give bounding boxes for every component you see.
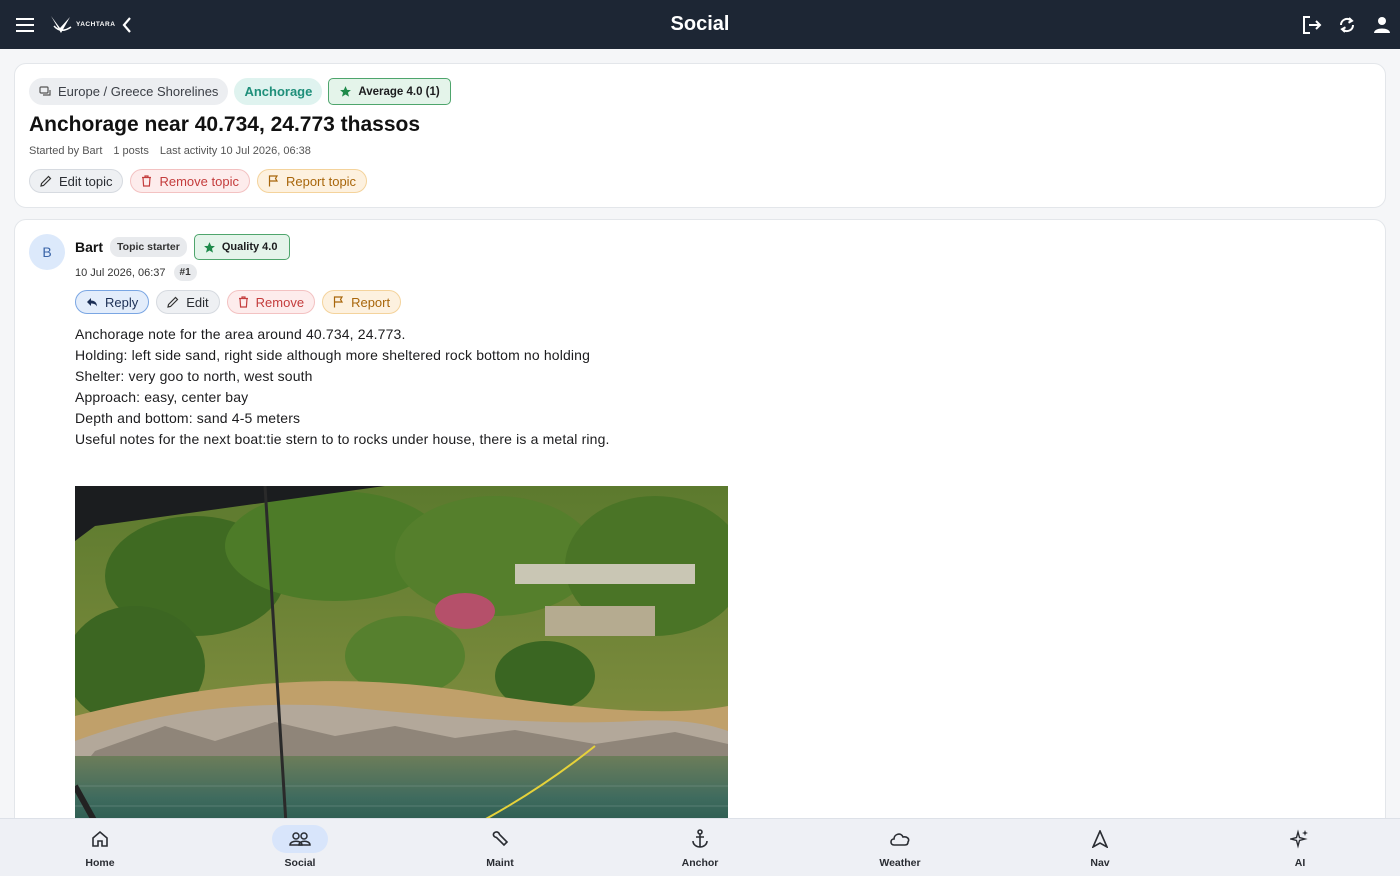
- post-body-line: Depth and bottom: sand 4-5 meters: [75, 410, 301, 426]
- pencil-icon: [40, 175, 52, 187]
- star-icon: [203, 241, 215, 253]
- post-count: 1 posts: [113, 145, 149, 157]
- tag-chip-anchorage[interactable]: Anchorage: [234, 78, 323, 105]
- trash-icon: [238, 296, 248, 308]
- nav-item-ai[interactable]: AI: [1200, 819, 1400, 876]
- topic-actions: Edit topic Remove topic Report topic: [29, 169, 368, 193]
- anchor-icon: [672, 825, 728, 853]
- avatar[interactable]: B: [29, 234, 65, 270]
- logo-wordmark: YACHTARA: [76, 20, 116, 28]
- category-chip[interactable]: Europe / Greece Shorelines: [29, 78, 229, 105]
- pencil-icon: [167, 296, 179, 308]
- post-body: Anchorage note for the area around 40.73…: [75, 324, 610, 450]
- post-timestamp: 10 Jul 2026, 06:37: [75, 266, 166, 279]
- tag-label: Anchorage: [244, 84, 313, 99]
- nav-label: Nav: [1090, 857, 1110, 869]
- edit-topic-label: Edit topic: [59, 173, 113, 189]
- nav-label: Weather: [879, 857, 921, 869]
- average-rating-chip[interactable]: Average 4.0 (1): [328, 78, 451, 105]
- account-icon[interactable]: [1369, 12, 1395, 38]
- reply-label: Reply: [105, 294, 139, 310]
- post-body-line: Useful notes for the next boat:tie stern…: [75, 431, 610, 447]
- reply-button[interactable]: Reply: [75, 290, 150, 314]
- edit-post-button[interactable]: Edit: [156, 290, 220, 314]
- anchorage-photo-image: [75, 486, 728, 818]
- remove-post-button[interactable]: Remove: [226, 290, 316, 314]
- edit-post-label: Edit: [186, 294, 209, 310]
- topic-title: Anchorage near 40.734, 24.773 thassos: [29, 113, 421, 136]
- post-card: B Bart Topic starter Quality 4.0 10 Jul …: [14, 219, 1386, 818]
- logout-icon[interactable]: [1299, 12, 1325, 38]
- home-icon: [72, 825, 128, 853]
- post-actions: Reply Edit Remove Report: [75, 290, 402, 314]
- sparkle-icon: [1272, 825, 1328, 853]
- nav-item-maint[interactable]: Maint: [400, 819, 600, 876]
- back-arrow-icon[interactable]: [114, 12, 140, 38]
- started-by: Started by Bart: [29, 145, 103, 157]
- nav-label: AI: [1294, 857, 1306, 869]
- remove-post-label: Remove: [255, 294, 305, 310]
- quality-badge[interactable]: Quality 4.0: [193, 234, 291, 260]
- topic-meta: Started by Bart 1 posts Last activity 10…: [29, 145, 311, 157]
- app-logo[interactable]: YACHTARA: [50, 12, 115, 36]
- average-rating-label: Average 4.0 (1): [358, 85, 440, 98]
- remove-topic-label: Remove topic: [159, 173, 239, 189]
- flag-icon: [333, 296, 344, 308]
- remove-topic-button[interactable]: Remove topic: [130, 169, 250, 193]
- nav-item-anchor[interactable]: Anchor: [600, 819, 800, 876]
- nav-label: Maint: [486, 857, 514, 869]
- post-body-line: Anchorage note for the area around 40.73…: [75, 326, 406, 342]
- last-activity: Last activity 10 Jul 2026, 06:38: [159, 145, 311, 157]
- flag-icon: [268, 175, 279, 187]
- forum-icon: [39, 85, 51, 96]
- post-body-line: Holding: left side sand, right side alth…: [75, 347, 591, 363]
- app-bar: YACHTARA Social: [0, 0, 1400, 49]
- nav-label: Home: [85, 857, 115, 869]
- post-body-line: Approach: easy, center bay: [75, 389, 249, 405]
- topic-chips: Europe / Greece Shorelines Anchorage Ave…: [29, 78, 451, 105]
- report-post-label: Report: [351, 294, 391, 310]
- menu-icon[interactable]: [12, 12, 38, 38]
- bottom-nav: Home Social Maint Anchor Weather Nav AI: [0, 818, 1400, 876]
- sync-icon[interactable]: [1334, 12, 1360, 38]
- social-thread-content[interactable]: Europe / Greece Shorelines Anchorage Ave…: [0, 49, 1400, 818]
- nav-item-nav[interactable]: Nav: [1000, 819, 1200, 876]
- nav-item-weather[interactable]: Weather: [800, 819, 1000, 876]
- category-label: Europe / Greece Shorelines: [58, 84, 219, 99]
- quality-label: Quality 4.0: [221, 241, 278, 253]
- topic-starter-badge: Topic starter: [110, 237, 187, 257]
- author-name[interactable]: Bart: [75, 239, 103, 255]
- cloud-icon: [872, 825, 928, 853]
- nav-item-social[interactable]: Social: [200, 819, 400, 876]
- report-topic-label: Report topic: [285, 173, 357, 189]
- post-meta: 10 Jul 2026, 06:37 #1: [75, 264, 197, 281]
- nav-label: Social: [284, 857, 316, 869]
- wrench-icon: [472, 825, 528, 853]
- post-body-line: Shelter: very goo to north, west south: [75, 368, 313, 384]
- report-post-button[interactable]: Report: [322, 290, 402, 314]
- post-number-badge[interactable]: #1: [173, 264, 197, 281]
- topic-card: Europe / Greece Shorelines Anchorage Ave…: [14, 63, 1386, 208]
- navigation-arrow-icon: [1072, 825, 1128, 853]
- edit-topic-button[interactable]: Edit topic: [29, 169, 124, 193]
- people-icon: [272, 825, 328, 853]
- anchorage-photo[interactable]: [75, 486, 728, 818]
- nav-item-home[interactable]: Home: [0, 819, 200, 876]
- nav-label: Anchor: [681, 857, 719, 869]
- trash-icon: [142, 175, 152, 187]
- yacht-logo-icon: [51, 16, 72, 33]
- report-topic-button[interactable]: Report topic: [256, 169, 368, 193]
- reply-icon: [87, 298, 97, 307]
- star-icon: [340, 86, 352, 97]
- post-author-row: Bart Topic starter Quality 4.0: [75, 234, 291, 260]
- page-title: Social: [670, 13, 730, 35]
